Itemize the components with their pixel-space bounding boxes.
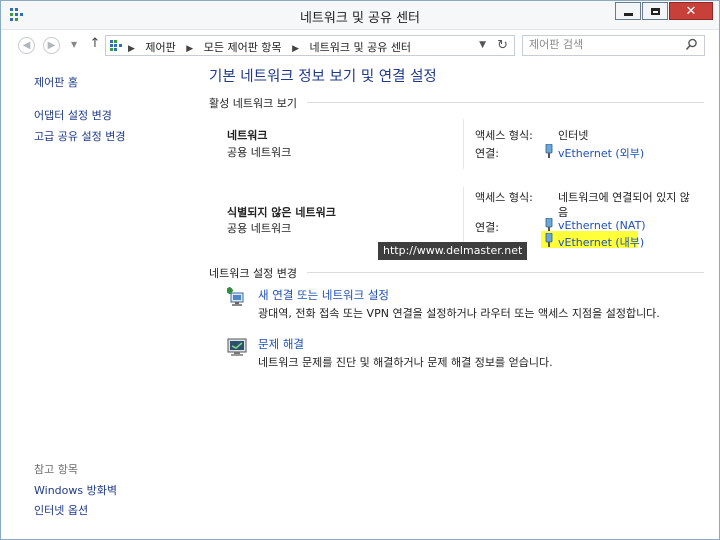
maximize-icon [650, 7, 660, 15]
access-type-label: 액세스 형식: [475, 129, 533, 142]
address-bar[interactable]: ▶ 제어판 ▶ 모든 제어판 항목 ▶ 네트워크 및 공유 센터 ▼ ↻ [105, 35, 515, 56]
breadcrumb: ▶ 제어판 ▶ 모든 제어판 항목 ▶ 네트워크 및 공유 센터 [128, 39, 411, 55]
up-arrow-icon[interactable]: ↑ [87, 36, 103, 54]
close-button[interactable]: ✕ [669, 2, 713, 20]
search-icon[interactable] [685, 38, 698, 51]
troubleshoot-icon [227, 338, 247, 356]
refresh-icon[interactable]: ↻ [497, 38, 508, 53]
see-also-label: 참고 항목 [34, 463, 78, 476]
sidebar-link-advanced-sharing[interactable]: 고급 공유 설정 변경 [34, 128, 125, 144]
sidebar-link-windows-firewall[interactable]: Windows 방화벽 [34, 482, 117, 498]
task-link-new-connection[interactable]: 새 연결 또는 네트워크 설정 [258, 287, 389, 303]
ethernet-adapter-icon [545, 233, 553, 247]
breadcrumb-item[interactable]: 모든 제어판 항목 [204, 41, 282, 54]
recent-pages-dropdown-icon[interactable]: ▼ [71, 40, 77, 49]
watermark: http://www.delmaster.net [378, 242, 528, 260]
new-connection-icon [227, 287, 244, 306]
access-type-value: 인터넷 [558, 129, 589, 142]
change-settings-heading: 네트워크 설정 변경 [209, 267, 297, 280]
network-category[interactable]: 공용 네트워크 [227, 144, 291, 160]
ethernet-adapter-icon [545, 218, 553, 232]
connections-label: 연결: [475, 221, 499, 234]
chevron-down-icon[interactable]: ▼ [479, 40, 486, 50]
minimize-icon [623, 12, 633, 16]
search-box[interactable] [522, 35, 705, 56]
navigation-bar: ◀ ▶ ▼ ↑ ▶ 제어판 ▶ 모든 제어판 항목 ▶ 네트워크 및 공유 센터 [1, 30, 719, 60]
access-type-value: 네트워크에 연결되어 있지 않 [558, 191, 690, 204]
close-icon: ✕ [685, 3, 697, 19]
window: 네트워크 및 공유 센터 ✕ ◀ ▶ ▼ ↑ ▶ 제어판 ▶ 모든 제어판 항목… [0, 0, 720, 540]
section-divider [307, 272, 704, 273]
network-name: 네트워크 [227, 129, 268, 142]
connection-link-internal[interactable]: vEthernet (내부) [558, 234, 644, 250]
forward-arrow-icon[interactable]: ▶ [43, 37, 60, 54]
section-divider [307, 102, 704, 103]
network-name: 식별되지 않은 네트워크 [227, 206, 336, 219]
window-title: 네트워크 및 공유 센터 [299, 11, 421, 26]
ethernet-adapter-icon [545, 144, 553, 158]
sidebar-link-control-panel-home[interactable]: 제어판 홈 [34, 74, 78, 90]
connection-link-external[interactable]: vEthernet (외부) [558, 145, 644, 161]
sidebar-link-adapter-settings[interactable]: 어댑터 설정 변경 [34, 107, 112, 123]
task-description: 광대역, 전화 접속 또는 VPN 연결을 설정하거나 라우터 또는 액세스 지… [258, 307, 660, 320]
maximize-button[interactable] [642, 2, 668, 20]
access-type-value-continued: 음 [558, 206, 569, 219]
network-category[interactable]: 공용 네트워크 [227, 220, 291, 236]
title-bar: 네트워크 및 공유 센터 ✕ [1, 1, 719, 30]
page-title: 기본 네트워크 정보 보기 및 연결 설정 [209, 69, 437, 85]
breadcrumb-item[interactable]: 제어판 [145, 41, 175, 54]
connections-label: 연결: [475, 147, 499, 160]
task-link-troubleshoot[interactable]: 문제 해결 [258, 336, 304, 352]
minimize-button[interactable] [615, 2, 641, 20]
chevron-right-icon[interactable]: ▶ [292, 44, 299, 54]
control-panel-icon [110, 40, 122, 51]
access-type-label: 액세스 형식: [475, 191, 533, 204]
network-divider [463, 119, 464, 169]
sidebar-link-internet-options[interactable]: 인터넷 옵션 [34, 502, 88, 518]
chevron-right-icon[interactable]: ▶ [128, 44, 135, 54]
active-networks-heading: 활성 네트워크 보기 [209, 97, 297, 110]
breadcrumb-item[interactable]: 네트워크 및 공유 센터 [309, 41, 411, 54]
back-arrow-icon[interactable]: ◀ [18, 37, 35, 54]
search-input[interactable] [529, 38, 679, 51]
chevron-right-icon[interactable]: ▶ [186, 44, 193, 54]
task-description: 네트워크 문제를 진단 및 해결하거나 문제 해결 정보를 얻습니다. [258, 356, 553, 369]
